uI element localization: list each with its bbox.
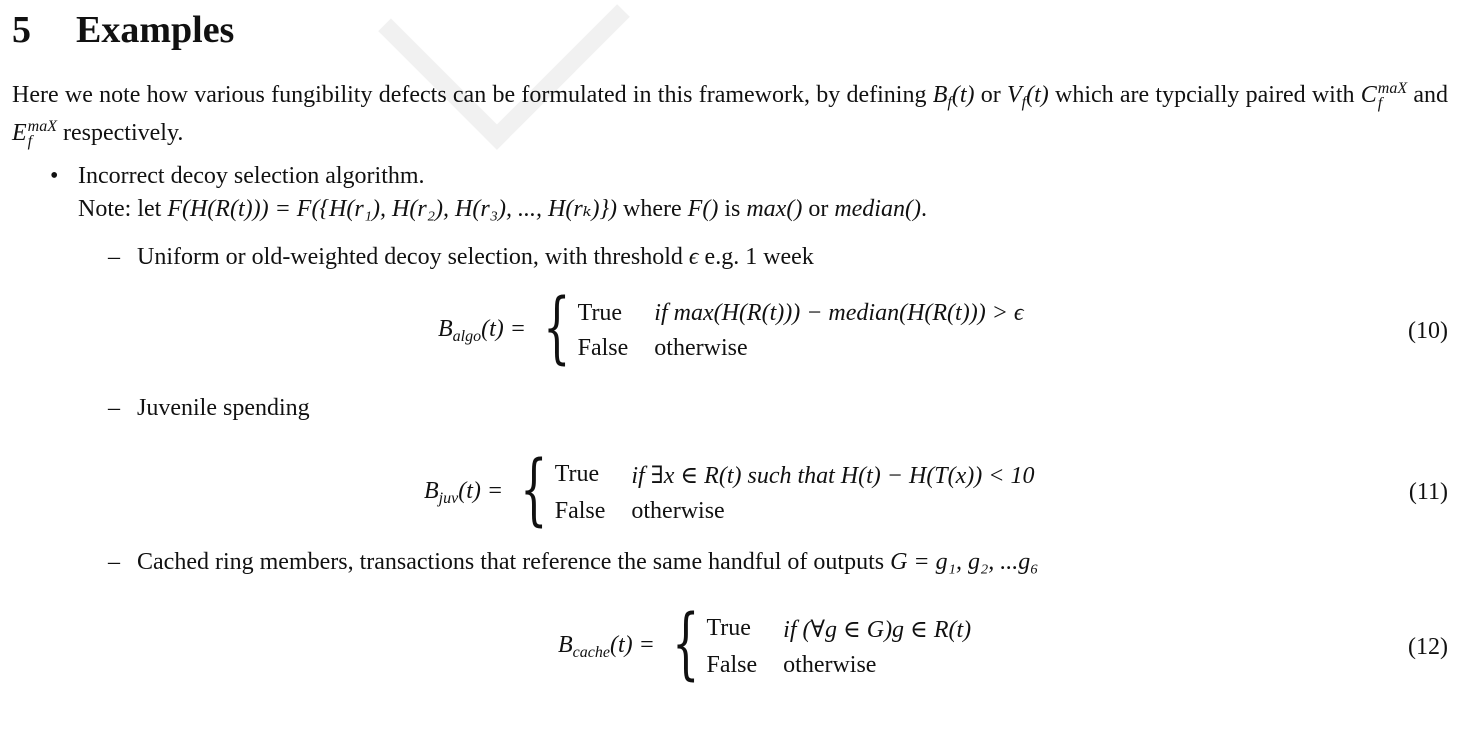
equation-number: (11) bbox=[1408, 479, 1448, 505]
left-brace: { bbox=[520, 445, 548, 535]
case-value: True bbox=[554, 461, 600, 487]
v-f-arg: (t) bbox=[1026, 82, 1049, 108]
dash-marker: – bbox=[108, 395, 120, 421]
case-condition: otherwise bbox=[654, 335, 748, 361]
section-title: Examples bbox=[76, 9, 235, 51]
bullet-item: • Incorrect decoy selection algorithm. N… bbox=[50, 160, 927, 226]
bullet-dot: • bbox=[50, 163, 59, 189]
equation-cases: True if max(H(R(t))) − median(H(R(t))) >… bbox=[578, 300, 1024, 362]
v-f-symbol: Vf bbox=[1006, 82, 1027, 111]
section-number: 5 bbox=[12, 9, 31, 51]
equation-lhs: Bjuv(t) = bbox=[424, 478, 504, 507]
left-brace: { bbox=[672, 599, 700, 689]
c-f-max-symbol: CmaX f bbox=[1360, 80, 1408, 113]
b-f-arg: (t) bbox=[951, 82, 975, 108]
equation-lhs: Balgo(t) = bbox=[438, 316, 526, 345]
sub-item-uniform: – Uniform or old-weighted decoy selection… bbox=[108, 244, 814, 271]
epsilon-symbol: ϵ bbox=[688, 244, 699, 270]
and-text: and bbox=[1407, 82, 1449, 108]
e-f-max-symbol: EmaX f bbox=[12, 118, 57, 151]
dash-marker: – bbox=[108, 549, 120, 575]
case-condition: if ∃x ∈ R(t) such that H(t) − H(T(x)) < … bbox=[631, 463, 1035, 489]
case-value: False bbox=[554, 498, 606, 524]
equation-cases: True if ∃x ∈ R(t) such that H(t) − H(T(x… bbox=[555, 461, 1035, 525]
equation-number: (10) bbox=[1408, 318, 1448, 344]
intro-text-2: which are typcially paired with bbox=[1048, 82, 1361, 108]
section-heading: 5 Examples bbox=[12, 8, 234, 52]
sub-item-text: Uniform or old-weighted decoy selection,… bbox=[137, 244, 689, 270]
equation-number: (12) bbox=[1408, 634, 1448, 660]
dash-marker: – bbox=[108, 244, 120, 270]
intro-text-3: respectively. bbox=[57, 120, 184, 146]
case-value: True bbox=[577, 300, 623, 326]
sub-item-text: Juvenile spending bbox=[137, 395, 310, 421]
case-value: True bbox=[706, 615, 751, 641]
sub-item-text: Cached ring members, transactions that r… bbox=[137, 549, 891, 575]
equation-lhs: Bcache(t) = bbox=[558, 632, 655, 661]
note-formula: F(H(R(t))) = F({H(r₁), H(r₂), H(r₃), ...… bbox=[167, 196, 618, 222]
sub-item-cached: – Cached ring members, transactions that … bbox=[108, 549, 1039, 576]
sub-item-juvenile: – Juvenile spending bbox=[108, 395, 310, 422]
case-condition: otherwise bbox=[783, 652, 877, 678]
equation-10: Balgo(t) = { True if max(H(R(t))) − medi… bbox=[438, 289, 1024, 367]
intro-text: Here we note how various fungibility def… bbox=[12, 82, 933, 108]
bullet-line: Incorrect decoy selection algorithm. bbox=[78, 163, 425, 189]
equation-cases: True if (∀g ∈ G)g ∈ R(t) False otherwise bbox=[706, 615, 971, 679]
bullet-note: Note: let F(H(R(t))) = F({H(r₁), H(r₂), … bbox=[78, 196, 927, 222]
intro-paragraph: Here we note how various fungibility def… bbox=[12, 80, 1449, 151]
case-condition: if (∀g ∈ G)g ∈ R(t) bbox=[783, 617, 972, 643]
case-condition: otherwise bbox=[631, 498, 725, 524]
case-condition: if max(H(R(t))) − median(H(R(t))) > ϵ bbox=[654, 300, 1024, 326]
case-value: False bbox=[577, 335, 629, 361]
b-f-symbol: Bf bbox=[932, 82, 952, 111]
or-text: or bbox=[974, 82, 1007, 108]
equation-11: Bjuv(t) = { True if ∃x ∈ R(t) such that … bbox=[424, 451, 1035, 529]
sub-item-text-2: e.g. 1 week bbox=[698, 244, 814, 270]
case-value: False bbox=[706, 652, 758, 678]
left-brace: { bbox=[543, 283, 571, 373]
equation-12: Bcache(t) = { True if (∀g ∈ G)g ∈ R(t) F… bbox=[558, 605, 971, 683]
g-set-formula: G = g₁, g₂, ...g₆ bbox=[890, 549, 1039, 575]
